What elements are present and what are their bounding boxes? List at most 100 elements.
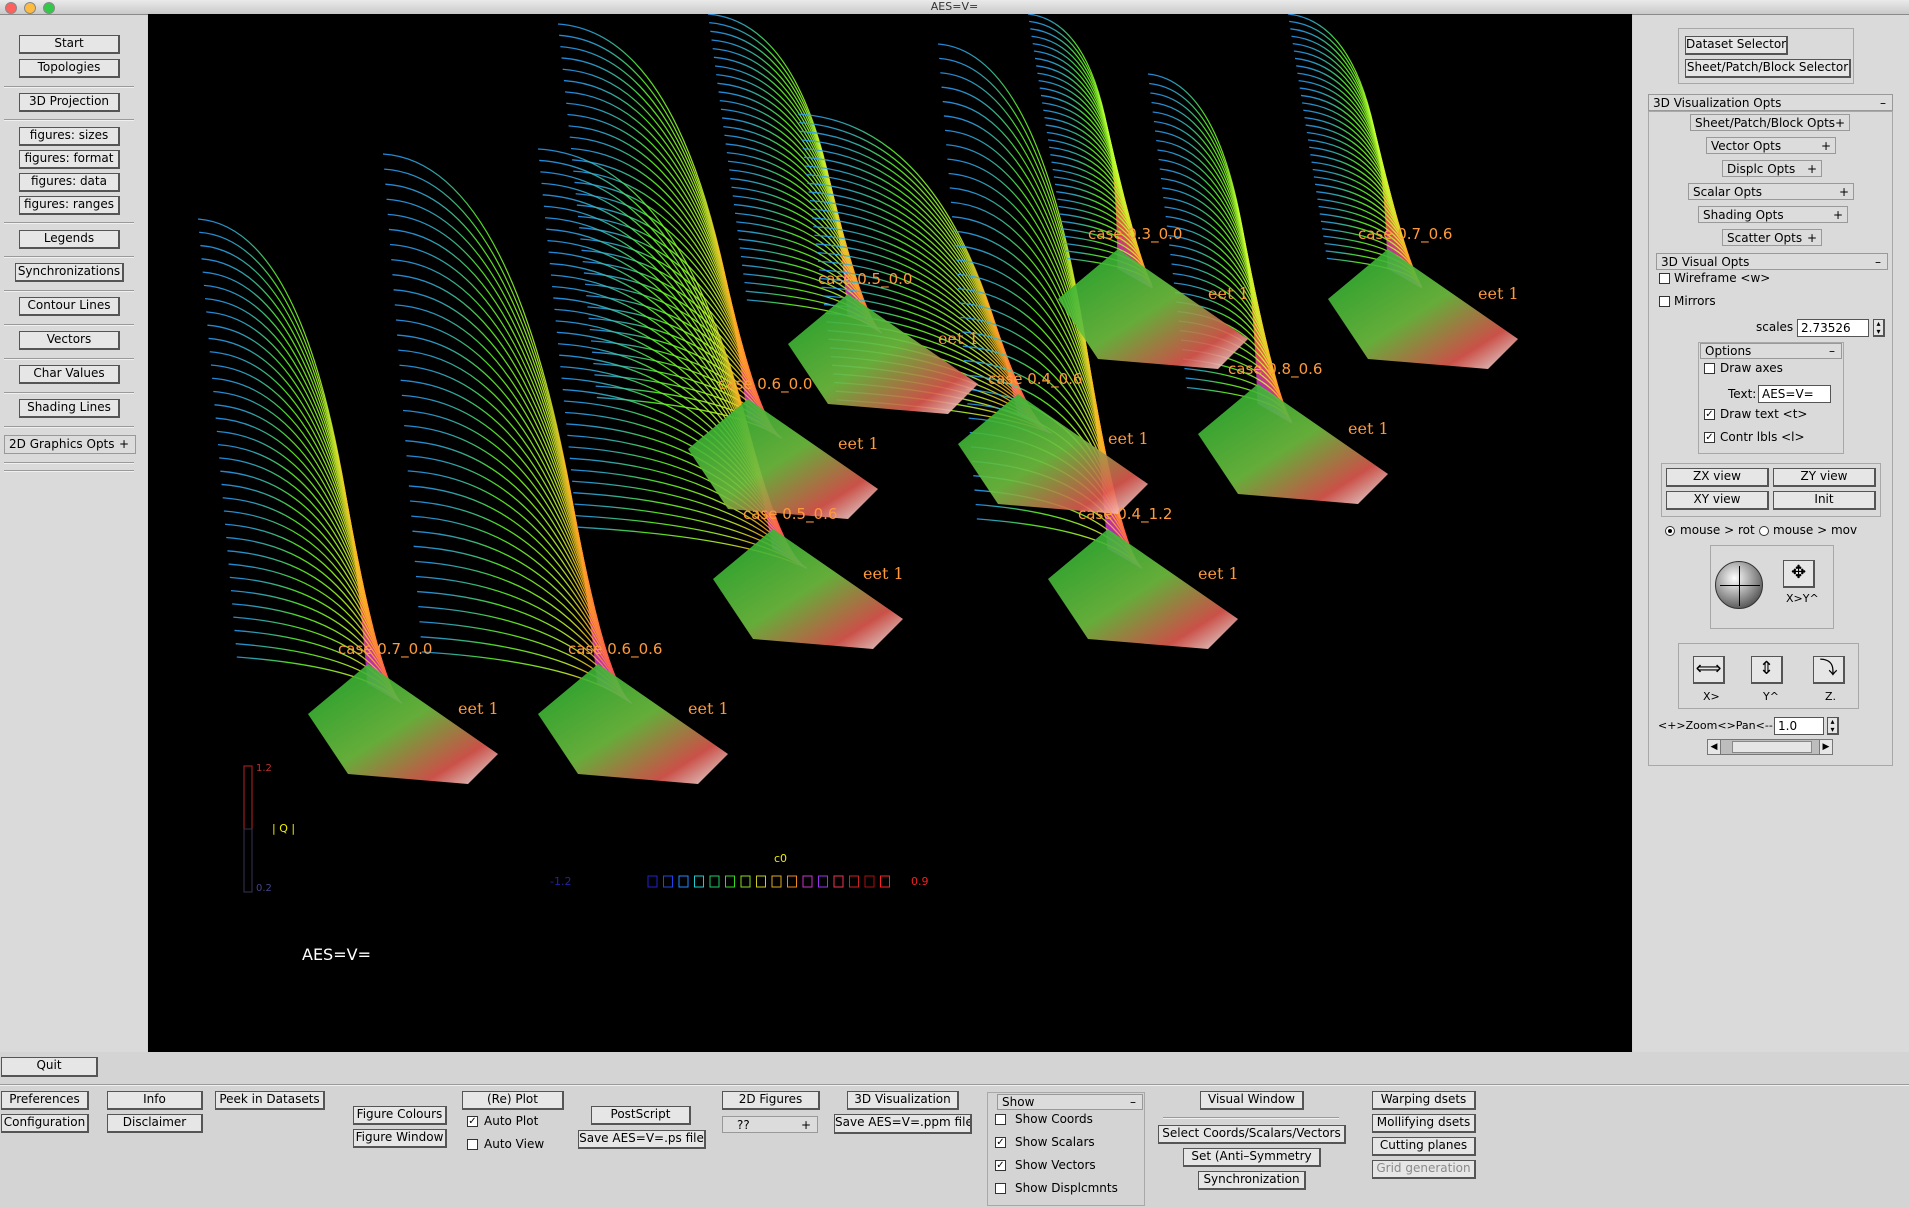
quit-button[interactable]: Quit	[1, 1057, 98, 1077]
3d-visual-opts-header[interactable]: 3D Visual Opts –	[1656, 253, 1888, 270]
show-header[interactable]: Show –	[997, 1094, 1143, 1110]
preferences-button[interactable]: Preferences	[1, 1091, 89, 1110]
visualization-canvas[interactable]: case 0.7_0.0 eet 1 case 0.6_0.6 eet 1 case 0…	[148, 14, 1632, 1052]
pan-scrollbar[interactable]: ◀ ▶	[1707, 739, 1833, 755]
disclaimer-button[interactable]: Disclaimer	[107, 1114, 203, 1133]
show-vectors-checkbox[interactable]: ✓	[995, 1160, 1006, 1171]
trackball-icon[interactable]	[1715, 561, 1763, 609]
figures-ranges-button[interactable]: figures: ranges	[19, 196, 120, 215]
2d-figures-button[interactable]: 2D Figures	[722, 1091, 820, 1110]
c0-legend-swatch	[864, 875, 875, 888]
scalar-opts-toggle[interactable]: Scalar Opts +	[1688, 183, 1854, 200]
collapse-minus-icon[interactable]: –	[1829, 344, 1835, 358]
save-ps-button[interactable]: Save AES=V=.ps file	[578, 1130, 706, 1149]
c0-legend-swatch	[678, 875, 689, 888]
case-label: case 0.4_0.6	[988, 370, 1082, 389]
vector-opts-toggle[interactable]: Vector Opts +	[1706, 137, 1836, 154]
save-ppm-button[interactable]: Save AES=V=.ppm file	[834, 1114, 972, 1134]
show-displcmnts-checkbox[interactable]	[995, 1183, 1006, 1194]
text-input[interactable]: AES=V=	[1758, 385, 1831, 403]
scroll-right-icon[interactable]: ▶	[1819, 740, 1832, 754]
x-axis-label: X>	[1703, 690, 1720, 703]
mouse-mov-radio[interactable]	[1759, 526, 1769, 536]
separator	[4, 86, 134, 88]
scroll-left-icon[interactable]: ◀	[1708, 740, 1721, 754]
zoom-spinner-icon[interactable]: ▴ ▾	[1827, 717, 1839, 735]
separator	[4, 358, 134, 360]
figures-sizes-button[interactable]: figures: sizes	[19, 127, 120, 146]
figure-colours-button[interactable]: Figure Colours	[353, 1106, 447, 1125]
3d-visualization-opts-header[interactable]: 3D Visualization Opts –	[1648, 94, 1893, 111]
3d-visualization-button[interactable]: 3D Visualization	[847, 1091, 959, 1110]
postscript-button[interactable]: PostScript	[591, 1106, 691, 1125]
set-anti-symmetry-button[interactable]: Set (Anti–Symmetry	[1183, 1148, 1321, 1167]
x-axis-arrow-icon[interactable]: ⟺	[1693, 656, 1725, 684]
zx-view-button[interactable]: ZX view	[1666, 468, 1769, 487]
collapse-minus-icon[interactable]: –	[1880, 95, 1886, 111]
contr-lbls-checkbox[interactable]: ✓	[1704, 432, 1715, 443]
zy-view-button[interactable]: ZY view	[1773, 468, 1876, 487]
replot-button[interactable]: (Re) Plot	[462, 1091, 564, 1110]
init-view-button[interactable]: Init	[1773, 491, 1876, 510]
displc-opts-toggle[interactable]: Displc Opts +	[1722, 160, 1822, 177]
y-axis-arrow-icon[interactable]: ⇕	[1751, 656, 1783, 684]
show-coords-checkbox[interactable]	[995, 1114, 1006, 1125]
minimize-window-icon[interactable]	[24, 2, 36, 14]
start-button[interactable]: Start	[19, 35, 120, 54]
collapse-minus-icon[interactable]: –	[1130, 1095, 1136, 1109]
auto-plot-checkbox[interactable]: ✓	[467, 1116, 478, 1127]
xy-view-button[interactable]: XY view	[1666, 491, 1769, 510]
2d-graphics-opts-toggle[interactable]: 2D Graphics Opts +	[4, 435, 136, 454]
topologies-button[interactable]: Topologies	[19, 59, 120, 78]
info-button[interactable]: Info	[107, 1091, 203, 1110]
mouse-rot-radio[interactable]	[1665, 526, 1675, 536]
show-scalars-checkbox[interactable]: ✓	[995, 1137, 1006, 1148]
select-coords-button[interactable]: Select Coords/Scalars/Vectors	[1158, 1125, 1346, 1144]
zoom-window-icon[interactable]	[43, 2, 55, 14]
block-selector-button[interactable]: Sheet/Patch/Block Selector	[1685, 59, 1851, 78]
figure-window-button[interactable]: Figure Window	[353, 1129, 447, 1148]
figures-data-button[interactable]: figures: data	[19, 173, 120, 192]
collapse-minus-icon[interactable]: –	[1875, 254, 1881, 270]
visual-window-button[interactable]: Visual Window	[1200, 1091, 1304, 1110]
dataset-selector-button[interactable]: Dataset Selector	[1685, 36, 1788, 55]
z-axis-arrow-icon[interactable]: ⤵	[1813, 656, 1845, 684]
auto-view-checkbox[interactable]	[467, 1139, 478, 1150]
wing-plots-svg[interactable]: case 0.7_0.0eet 1case 0.6_0.6eet 1case 0…	[148, 14, 1632, 1052]
mollifying-dsets-button[interactable]: Mollifying dsets	[1372, 1114, 1476, 1133]
contour-lines-button[interactable]: Contour Lines	[19, 297, 120, 316]
wireframe-checkbox[interactable]	[1659, 273, 1670, 284]
legends-button[interactable]: Legends	[19, 230, 120, 249]
figures-format-button[interactable]: figures: format	[19, 150, 120, 169]
blade-lines	[1287, 14, 1423, 289]
mirrors-checkbox[interactable]	[1659, 296, 1670, 307]
zoom-input[interactable]: 1.0	[1774, 717, 1824, 735]
contour-line	[382, 153, 599, 685]
sheet-label: eet 1	[1348, 419, 1389, 438]
shading-opts-toggle[interactable]: Shading Opts +	[1698, 206, 1848, 223]
configuration-button[interactable]: Configuration	[1, 1114, 89, 1133]
sheet-patch-block-opts-toggle[interactable]: Sheet/Patch/Block Opts +	[1690, 114, 1850, 131]
warping-dsets-button[interactable]: Warping dsets	[1372, 1091, 1476, 1110]
close-window-icon[interactable]	[5, 2, 17, 14]
peek-datasets-button[interactable]: Peek in Datasets	[215, 1091, 325, 1110]
vectors-button[interactable]: Vectors	[19, 331, 120, 350]
draw-axes-checkbox[interactable]	[1704, 363, 1715, 374]
blade-lines	[197, 218, 403, 704]
cutting-planes-button[interactable]: Cutting planes	[1372, 1137, 1476, 1156]
grid-generation-button[interactable]: Grid generation	[1372, 1160, 1476, 1179]
synchronizations-button[interactable]: Synchronizations	[15, 263, 124, 282]
figure-select-dropdown[interactable]: ?? +	[722, 1116, 818, 1133]
scales-spinner-icon[interactable]: ▴ ▾	[1873, 319, 1885, 337]
sheet-patch-block-opts-label: Sheet/Patch/Block Opts	[1695, 116, 1836, 130]
shading-lines-button[interactable]: Shading Lines	[19, 399, 120, 418]
synchronization-button[interactable]: Synchronization	[1198, 1171, 1306, 1190]
scrollbar-thumb[interactable]	[1732, 741, 1812, 753]
3d-projection-button[interactable]: 3D Projection	[19, 93, 120, 112]
draw-text-checkbox[interactable]: ✓	[1704, 409, 1715, 420]
scales-input[interactable]: 2.73526	[1797, 319, 1869, 337]
char-values-button[interactable]: Char Values	[19, 365, 120, 384]
scatter-opts-toggle[interactable]: Scatter Opts +	[1722, 229, 1822, 246]
options-header[interactable]: Options –	[1700, 343, 1842, 359]
move-xy-icon[interactable]: ✥	[1783, 560, 1815, 588]
